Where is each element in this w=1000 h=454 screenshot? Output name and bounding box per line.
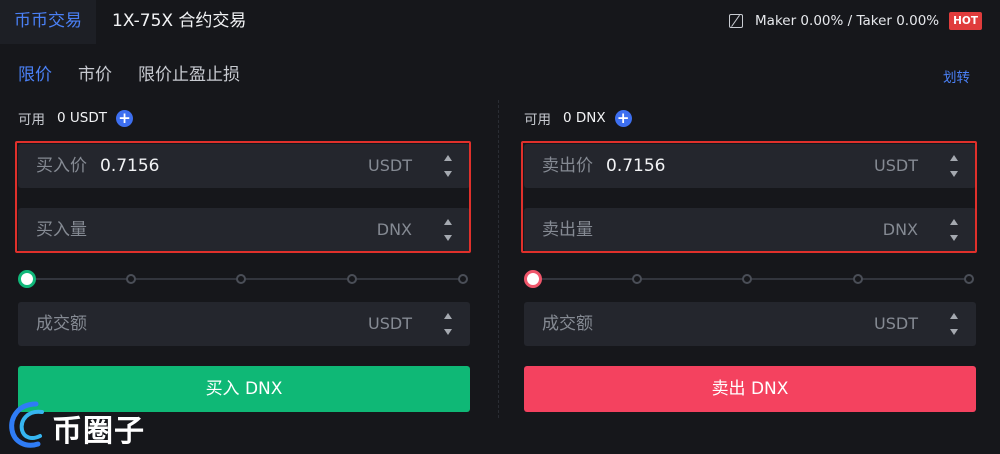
slider-mark-100[interactable]: [458, 274, 468, 284]
caret-up-icon[interactable]: [444, 313, 452, 319]
buy-amount-field[interactable]: 买入量 DNX: [18, 208, 470, 252]
tab-market-order[interactable]: 市价: [78, 60, 112, 85]
plus-icon[interactable]: +: [614, 109, 632, 127]
order-type-tabs: 限价 市价 限价止盈止损: [18, 60, 240, 85]
buy-total-field[interactable]: 成交额 USDT: [18, 302, 470, 346]
sell-price-label: 卖出价: [542, 156, 593, 176]
watermark-logo: 币圈子: [6, 396, 156, 450]
transfer-link[interactable]: 划转: [943, 66, 970, 86]
sell-percent-slider[interactable]: [524, 270, 976, 288]
buy-price-value[interactable]: 0.7156: [100, 144, 159, 188]
buy-price-unit: USDT: [368, 156, 412, 175]
buy-available-label: 可用: [18, 112, 45, 128]
sell-total-unit: USDT: [874, 314, 918, 333]
sell-available-label: 可用: [524, 112, 551, 128]
caret-up-icon[interactable]: [950, 155, 958, 161]
slider-mark-25[interactable]: [632, 274, 642, 284]
sell-amount-unit: DNX: [882, 220, 918, 239]
caret-down-icon[interactable]: [950, 329, 958, 335]
caret-up-icon[interactable]: [950, 219, 958, 225]
caret-up-icon[interactable]: [444, 219, 452, 225]
buy-available: 可用 0 USDT +: [18, 108, 133, 128]
watermark-text: 币圈子: [52, 414, 145, 449]
caret-down-icon[interactable]: [444, 235, 452, 241]
slider-mark-50[interactable]: [236, 274, 246, 284]
tab-limit-order[interactable]: 限价: [18, 60, 52, 85]
slider-mark-25[interactable]: [126, 274, 136, 284]
slider-mark-50[interactable]: [742, 274, 752, 284]
buy-price-stepper[interactable]: [430, 144, 470, 188]
caret-down-icon[interactable]: [950, 171, 958, 177]
sell-amount-label: 卖出量: [542, 220, 593, 240]
top-bar: 币币交易 1X-75X 合约交易 Maker 0.00% / Taker 0.0…: [0, 0, 1000, 44]
sell-total-field[interactable]: 成交额 USDT: [524, 302, 976, 346]
slider-mark-75[interactable]: [853, 274, 863, 284]
sell-amount-stepper[interactable]: [936, 208, 976, 252]
tab-stop-limit-order[interactable]: 限价止盈止损: [138, 60, 240, 85]
buy-total-unit: USDT: [368, 314, 412, 333]
buy-amount-label: 买入量: [36, 220, 87, 240]
buy-percent-slider[interactable]: [18, 270, 470, 288]
tab-spot-trading[interactable]: 币币交易: [0, 0, 96, 44]
plus-icon[interactable]: +: [115, 109, 133, 127]
buy-total-stepper[interactable]: [430, 302, 470, 346]
tab-futures-trading[interactable]: 1X-75X 合约交易: [112, 0, 246, 44]
buy-price-field[interactable]: 买入价 0.7156 USDT: [18, 144, 470, 188]
caret-down-icon[interactable]: [950, 235, 958, 241]
sell-amount-field[interactable]: 卖出量 DNX: [524, 208, 976, 252]
fee-info: Maker 0.00% / Taker 0.00% HOT: [729, 10, 982, 32]
slider-mark-75[interactable]: [347, 274, 357, 284]
sell-available: 可用 0 DNX +: [524, 108, 632, 128]
slider-handle[interactable]: [524, 270, 542, 288]
sell-total-stepper[interactable]: [936, 302, 976, 346]
sell-button[interactable]: 卖出 DNX: [524, 366, 976, 412]
buy-amount-stepper[interactable]: [430, 208, 470, 252]
sell-price-value[interactable]: 0.7156: [606, 144, 665, 188]
slider-handle[interactable]: [18, 270, 36, 288]
sell-price-unit: USDT: [874, 156, 918, 175]
sell-available-value: 0 DNX: [563, 110, 606, 126]
hot-badge: HOT: [949, 12, 982, 30]
column-divider: [498, 100, 499, 418]
buy-price-label: 买入价: [36, 156, 87, 176]
caret-down-icon[interactable]: [444, 171, 452, 177]
sell-price-field[interactable]: 卖出价 0.7156 USDT: [524, 144, 976, 188]
buy-available-value: 0 USDT: [57, 110, 107, 126]
buy-amount-unit: DNX: [376, 220, 412, 239]
slider-mark-100[interactable]: [964, 274, 974, 284]
caret-up-icon[interactable]: [950, 313, 958, 319]
caret-up-icon[interactable]: [444, 155, 452, 161]
caret-down-icon[interactable]: [444, 329, 452, 335]
fee-rate-icon: [729, 14, 744, 28]
fee-text: Maker 0.00% / Taker 0.00%: [755, 13, 940, 29]
sell-price-stepper[interactable]: [936, 144, 976, 188]
sell-total-label: 成交额: [542, 314, 593, 334]
watermark-swirl-icon: [9, 401, 44, 448]
buy-total-label: 成交额: [36, 314, 87, 334]
